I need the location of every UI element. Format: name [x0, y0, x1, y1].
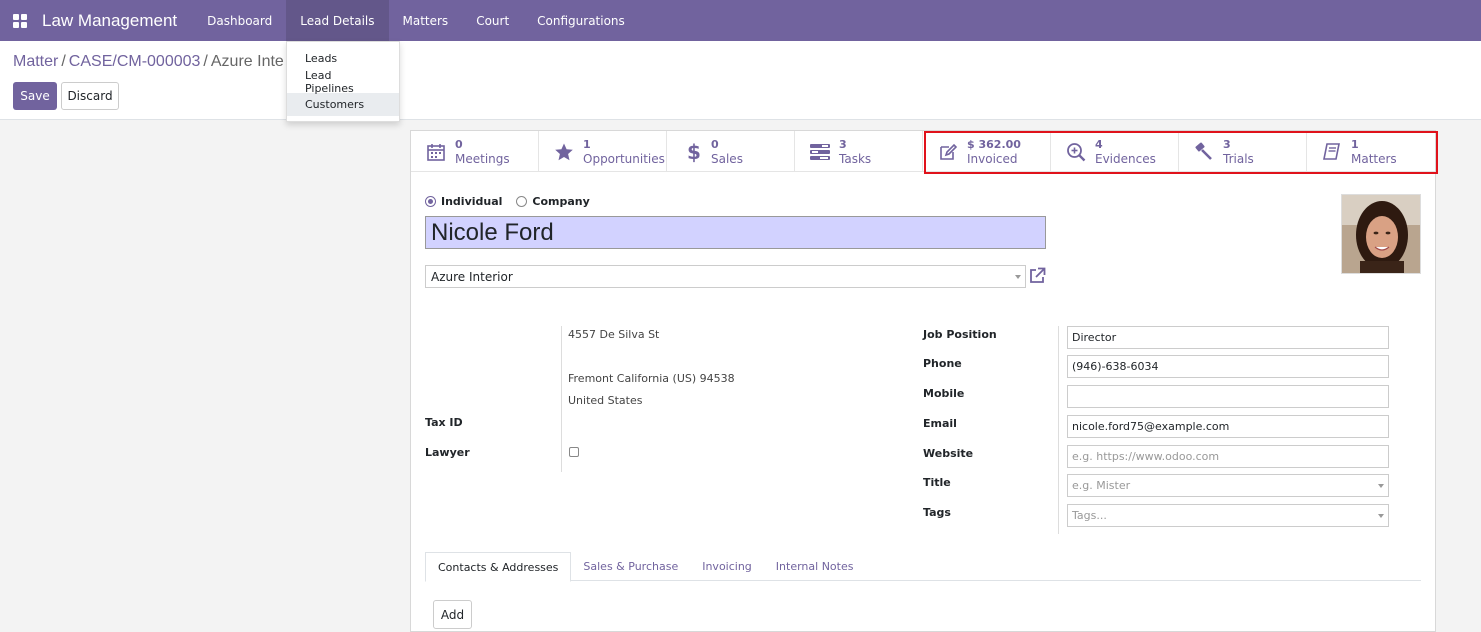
tasks-count: 3: [839, 137, 847, 151]
top-navbar: Law Management Dashboard Lead Details Ma…: [0, 0, 1481, 41]
partner-name-input[interactable]: Nicole Ford: [425, 216, 1046, 249]
invoiced-label: Invoiced: [967, 151, 1018, 166]
dropdown-item-customers[interactable]: Customers: [287, 93, 399, 116]
title-placeholder: e.g. Mister: [1072, 479, 1131, 492]
tasks-label: Tasks: [839, 151, 872, 166]
matters-label: Matters: [1351, 151, 1397, 166]
svg-text:$: $: [687, 141, 701, 163]
chevron-down-icon: [1015, 275, 1021, 279]
website-input[interactable]: e.g. https://www.odoo.com: [1067, 445, 1389, 468]
chevron-down-icon: [1378, 484, 1384, 488]
app-brand[interactable]: Law Management: [42, 11, 177, 31]
tags-label: Tags: [923, 506, 951, 519]
sales-button[interactable]: $ 0 Sales: [667, 131, 795, 172]
evidences-label: Evidences: [1095, 151, 1156, 166]
nav-configurations[interactable]: Configurations: [523, 0, 639, 41]
opportunities-button[interactable]: 1 Opportunities: [539, 131, 667, 172]
nav-matters[interactable]: Matters: [389, 0, 463, 41]
sales-label: Sales: [711, 151, 743, 166]
gavel-icon: [1193, 141, 1215, 163]
zoom-icon: [1065, 141, 1087, 163]
individual-label[interactable]: Individual: [441, 195, 502, 208]
job-position-input[interactable]: Director: [1067, 326, 1389, 349]
trials-label: Trials: [1223, 151, 1254, 166]
address-street[interactable]: 4557 De Silva St: [568, 328, 659, 341]
breadcrumb-current: Azure Inte: [210, 53, 284, 70]
nav-dashboard[interactable]: Dashboard: [193, 0, 286, 41]
tab-sales-purchase[interactable]: Sales & Purchase: [571, 552, 690, 581]
left-group-divider: [561, 326, 562, 472]
notebook-tabs: Contacts & Addresses Sales & Purchase In…: [425, 552, 1421, 582]
add-contact-button[interactable]: Add: [433, 600, 472, 629]
nav-court[interactable]: Court: [462, 0, 523, 41]
book-icon: [1321, 141, 1343, 163]
star-icon: [553, 141, 575, 163]
parent-company-value: Azure Interior: [431, 269, 513, 284]
job-position-label: Job Position: [923, 328, 997, 341]
email-input[interactable]: nicole.ford75@example.com: [1067, 415, 1389, 438]
sales-count: 0: [711, 137, 719, 151]
smart-button-box: 0 Meetings 1 Opportunities $ 0 Sales 3 Tasks…: [411, 131, 1435, 172]
nav-lead-details[interactable]: Lead Details: [286, 0, 389, 41]
breadcrumb-matter[interactable]: Matter: [13, 53, 58, 70]
individual-radio[interactable]: [425, 196, 436, 207]
calendar-icon: [425, 141, 447, 163]
apps-menu-icon[interactable]: [0, 0, 40, 41]
opportunities-label: Opportunities: [583, 151, 665, 166]
tasks-button[interactable]: 3 Tasks: [795, 131, 923, 172]
matters-count: 1: [1351, 137, 1359, 151]
title-select[interactable]: e.g. Mister: [1067, 474, 1389, 497]
tasks-icon: [809, 141, 831, 163]
control-panel: Matter / CASE/CM-000003/Azure Inte Save Di…: [0, 41, 1481, 120]
breadcrumb: Matter / CASE/CM-000003/Azure Inte: [13, 53, 284, 70]
tags-select[interactable]: Tags...: [1067, 504, 1389, 527]
evidences-count: 4: [1095, 137, 1103, 151]
evidences-button[interactable]: 4 Evidences: [1051, 131, 1179, 172]
mobile-input[interactable]: [1067, 385, 1389, 408]
invoiced-button[interactable]: $ 362.00 Invoiced: [923, 131, 1051, 172]
dropdown-item-leads[interactable]: Leads: [287, 47, 399, 70]
save-button[interactable]: Save: [13, 82, 57, 110]
mobile-label: Mobile: [923, 387, 965, 400]
phone-input[interactable]: (946)-638-6034: [1067, 355, 1389, 378]
email-label: Email: [923, 417, 957, 430]
right-group-divider: [1058, 326, 1059, 534]
opportunities-count: 1: [583, 137, 591, 151]
edit-icon: [937, 141, 959, 163]
website-label: Website: [923, 447, 974, 460]
discard-button[interactable]: Discard: [61, 82, 119, 110]
dollar-icon: $: [681, 141, 703, 163]
company-label[interactable]: Company: [532, 195, 589, 208]
lawyer-checkbox[interactable]: [569, 447, 579, 457]
trials-button[interactable]: 3 Trials: [1179, 131, 1307, 172]
avatar[interactable]: [1341, 194, 1421, 274]
tab-invoicing[interactable]: Invoicing: [690, 552, 764, 581]
lead-details-dropdown: Leads Lead Pipelines Customers: [286, 41, 400, 122]
dropdown-item-lead-pipelines[interactable]: Lead Pipelines: [287, 69, 399, 95]
chevron-down-icon: [1378, 514, 1384, 518]
meetings-button[interactable]: 0 Meetings: [411, 131, 539, 172]
tab-internal-notes[interactable]: Internal Notes: [764, 552, 866, 581]
meetings-count: 0: [455, 137, 463, 151]
company-radio[interactable]: [516, 196, 528, 207]
tags-placeholder: Tags...: [1072, 509, 1107, 522]
lawyer-label: Lawyer: [425, 446, 470, 459]
tab-contacts-addresses[interactable]: Contacts & Addresses: [425, 552, 572, 582]
address-country[interactable]: United States: [568, 394, 643, 407]
form-sheet: 0 Meetings 1 Opportunities $ 0 Sales 3 Tasks…: [410, 130, 1438, 632]
breadcrumb-case[interactable]: CASE/CM-000003: [69, 53, 201, 70]
parent-company-select[interactable]: Azure Interior: [425, 265, 1026, 288]
external-link-icon[interactable]: [1028, 267, 1046, 285]
address-city-line[interactable]: Fremont California (US) 94538: [568, 372, 735, 385]
company-type-radio-group: Individual Company: [425, 195, 604, 208]
phone-label: Phone: [923, 357, 962, 370]
trials-count: 3: [1223, 137, 1231, 151]
matters-button[interactable]: 1 Matters: [1307, 131, 1435, 172]
title-label: Title: [923, 476, 951, 489]
tax-id-label: Tax ID: [425, 416, 463, 429]
meetings-label: Meetings: [455, 151, 510, 166]
invoiced-amount: $ 362.00: [967, 137, 1021, 151]
